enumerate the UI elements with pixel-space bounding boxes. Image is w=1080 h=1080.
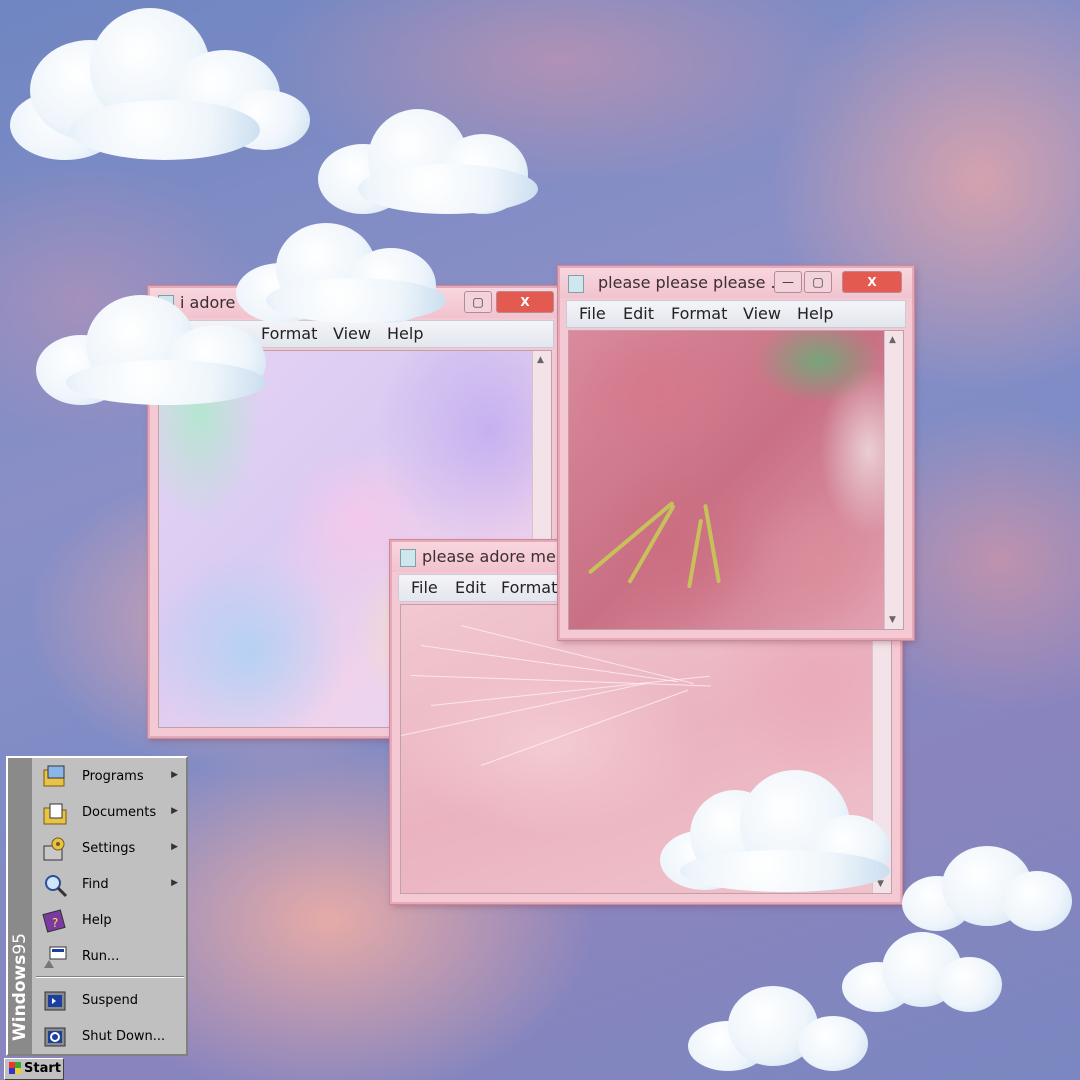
help-icon: ? xyxy=(42,909,66,933)
window-title: please please please ... xyxy=(598,273,786,292)
menu-bar: File Edit Format View Help xyxy=(566,300,906,328)
windows95-brand-bar: Windows95 xyxy=(8,758,32,1054)
start-menu-label: Run... xyxy=(82,949,120,964)
menu-file[interactable]: File xyxy=(579,304,606,323)
cloud-decoration xyxy=(0,0,340,170)
start-menu-label: Settings xyxy=(82,841,136,856)
scrollbar[interactable]: ▲ ▼ xyxy=(884,331,903,629)
submenu-arrow-icon: ▶ xyxy=(171,770,178,780)
run-icon xyxy=(44,946,67,968)
menu-separator xyxy=(36,976,184,978)
find-icon xyxy=(45,875,68,898)
window-please-please-please[interactable]: please please please ... — ▢ X File Edit… xyxy=(558,266,914,640)
scroll-up-arrow-icon[interactable]: ▲ xyxy=(537,355,544,365)
start-menu-item-documents[interactable]: Documents ▶ xyxy=(38,796,184,830)
menu-format[interactable]: Format xyxy=(501,578,557,597)
start-menu-item-run[interactable]: Run... xyxy=(38,940,184,974)
start-menu-label: Find xyxy=(82,877,109,892)
menu-edit[interactable]: Edit xyxy=(623,304,654,323)
scroll-up-arrow-icon[interactable]: ▲ xyxy=(889,335,896,345)
svg-text:?: ? xyxy=(52,916,58,930)
close-button[interactable]: X xyxy=(496,291,554,313)
submenu-arrow-icon: ▶ xyxy=(171,842,178,852)
submenu-arrow-icon: ▶ xyxy=(171,878,178,888)
start-menu-item-suspend[interactable]: Suspend xyxy=(38,984,184,1018)
programs-icon xyxy=(43,765,65,787)
submenu-arrow-icon: ▶ xyxy=(171,806,178,816)
start-menu-label: Suspend xyxy=(82,993,139,1008)
cloud-decoration xyxy=(660,770,900,894)
settings-icon xyxy=(43,837,65,861)
close-button[interactable]: X xyxy=(842,271,902,293)
menu-edit[interactable]: Edit xyxy=(455,578,486,597)
suspend-icon xyxy=(44,991,66,1011)
start-menu-label: Documents xyxy=(82,805,157,820)
scroll-down-arrow-icon[interactable]: ▼ xyxy=(889,615,896,625)
menu-view[interactable]: View xyxy=(743,304,781,323)
minimize-button[interactable]: — xyxy=(774,271,802,293)
notepad-icon xyxy=(568,275,584,293)
cloud-decoration xyxy=(36,290,286,410)
cloud-decoration xyxy=(688,986,878,1076)
start-menu-item-settings[interactable]: Settings ▶ xyxy=(38,832,184,866)
menu-help[interactable]: Help xyxy=(797,304,833,323)
start-menu-label: Programs xyxy=(82,769,144,784)
start-menu-item-help[interactable]: ? Help xyxy=(38,904,184,938)
documents-icon xyxy=(43,803,67,825)
cloud-decoration xyxy=(902,846,1078,936)
start-menu-item-programs[interactable]: Programs ▶ xyxy=(38,760,184,794)
start-menu-label: Shut Down... xyxy=(82,1029,166,1044)
start-button-label: Start xyxy=(24,1061,61,1076)
shutdown-icon xyxy=(44,1027,66,1047)
start-menu-item-find[interactable]: Find ▶ xyxy=(38,868,184,902)
menu-format[interactable]: Format xyxy=(671,304,727,323)
maximize-button[interactable]: ▢ xyxy=(464,291,492,313)
title-bar[interactable]: please please please ... — ▢ X xyxy=(560,268,912,298)
start-menu-item-shut-down[interactable]: Shut Down... xyxy=(38,1020,184,1054)
maximize-button[interactable]: ▢ xyxy=(804,271,832,293)
notepad-icon xyxy=(400,549,416,567)
start-menu-label: Help xyxy=(82,913,112,928)
windows-logo-icon xyxy=(9,1062,21,1074)
start-button[interactable]: Start xyxy=(4,1058,64,1080)
lily-image: ▲ ▼ xyxy=(568,330,904,630)
window-title: please adore me xyxy=(422,547,556,566)
cloud-decoration xyxy=(318,104,558,224)
menu-file[interactable]: File xyxy=(411,578,438,597)
start-menu: Windows95 Programs ▶ Documents ▶ Setting… xyxy=(6,756,188,1056)
